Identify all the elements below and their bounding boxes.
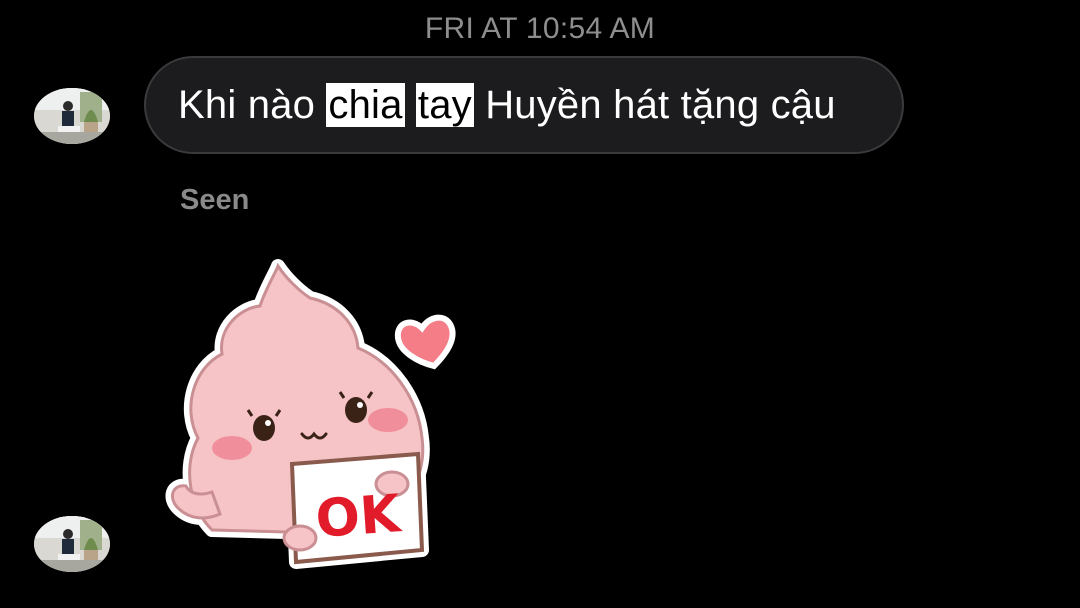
avatar-photo-icon	[34, 516, 110, 572]
message-text: Khi nào chia tay Huyền hát tặng cậu	[178, 82, 836, 128]
highlighted-word: chia	[326, 82, 405, 127]
seen-indicator: Seen	[180, 184, 250, 216]
message-text-part: Huyền hát tặng cậu	[473, 82, 836, 127]
heart-shape	[394, 314, 456, 370]
ok-sticker[interactable]: OK	[160, 258, 470, 578]
contact-avatar[interactable]	[34, 516, 110, 572]
sticker-ok-text: OK	[314, 484, 404, 550]
highlighted-word: tay	[415, 82, 474, 127]
pink-blob-sticker-icon: OK	[165, 259, 456, 569]
message-bubble[interactable]: Khi nào chia tay Huyền hát tặng cậu	[144, 56, 904, 154]
avatar-photo-icon	[34, 88, 110, 144]
message-text-part: Khi nào	[178, 82, 327, 127]
chat-thread: FRI AT 10:54 AM Khi nào chia tay Huyền h…	[0, 0, 1080, 608]
message-timestamp: FRI AT 10:54 AM	[424, 12, 656, 45]
contact-avatar[interactable]	[34, 88, 110, 144]
message-text-part	[405, 83, 416, 127]
